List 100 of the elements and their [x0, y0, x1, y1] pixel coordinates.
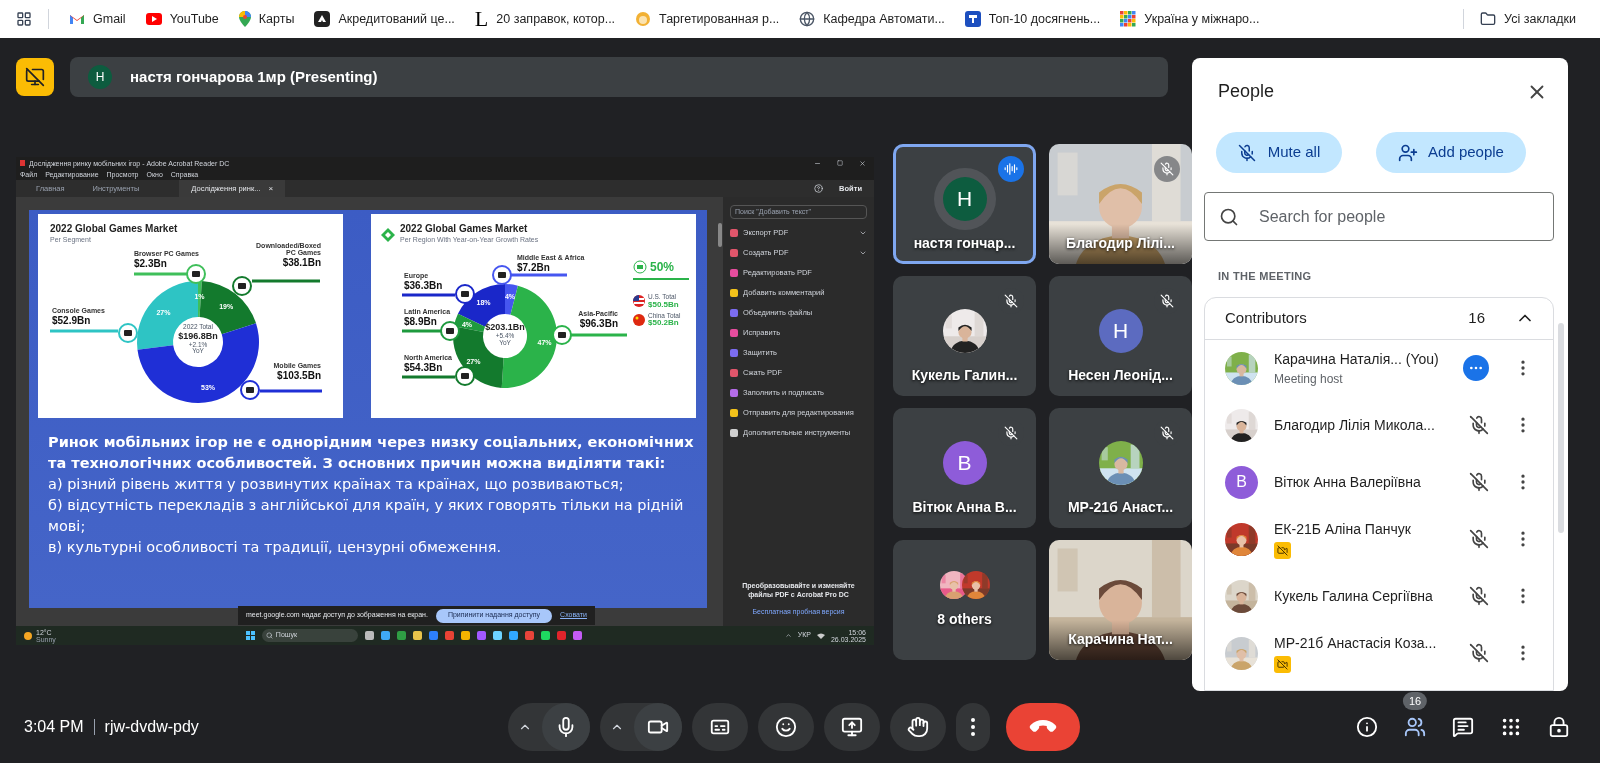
region-total-value: $50.5Bn [648, 300, 679, 309]
camera-button[interactable] [634, 703, 682, 751]
participant-tile[interactable]: Н настя гончар... [893, 144, 1036, 264]
scrollbar-thumb[interactable] [718, 223, 722, 247]
participant-tile[interactable]: Кукель Галин... [893, 276, 1036, 396]
group-count: 16 [1468, 307, 1485, 328]
app-icon [20, 160, 25, 166]
bookmark-link[interactable]: Карты [230, 5, 303, 33]
add-person-icon [1398, 142, 1419, 163]
category-value: $52.9Bn [52, 316, 91, 326]
add-people-button[interactable]: Add people [1376, 132, 1526, 173]
site-icon: L [474, 8, 489, 30]
participant-name: Вітюк Анна В... [912, 498, 1017, 517]
mail-icon [69, 13, 85, 25]
apps-icon[interactable] [16, 11, 32, 27]
participant-tile[interactable]: Н Несен Леонід... [1049, 276, 1192, 396]
count-badge: 16 [1402, 692, 1428, 710]
bookmark-link[interactable]: Gmail [61, 5, 134, 33]
group-header[interactable]: Contributors 16 [1205, 297, 1553, 340]
bookmark-link[interactable]: Кафедра Автомати... [791, 5, 953, 33]
activity-icon [1463, 355, 1489, 381]
participant-tile[interactable]: 8 others [893, 540, 1036, 660]
participant-row[interactable]: Благодир Лілія Микола... [1205, 396, 1553, 454]
category-icon [455, 366, 475, 386]
participant-name: Благодир Лілія Микола... [1274, 415, 1436, 435]
network-icon[interactable] [816, 632, 825, 639]
muted-icon [1469, 586, 1489, 606]
bookmark-link[interactable]: Таргетированная р... [627, 5, 788, 33]
start-icon[interactable] [245, 631, 255, 640]
microphone-button[interactable] [542, 703, 590, 751]
camera-off-icon [1274, 656, 1291, 673]
all-bookmarks-link[interactable]: Усі закладки [1480, 9, 1576, 29]
participant-tile[interactable]: В Вітюк Анна В... [893, 408, 1036, 528]
participant-name: Кукель Галин... [911, 366, 1018, 385]
leader-line [134, 272, 188, 276]
leader-line [50, 329, 118, 333]
muted-icon [1469, 472, 1489, 492]
participant-role: Meeting host [1274, 370, 1344, 388]
speaking-icon [998, 156, 1024, 182]
participant-name: Несен Леонід... [1068, 366, 1173, 385]
presenter-title: настя гончарова 1мр (Presenting) [130, 66, 378, 87]
search-icon [265, 632, 273, 639]
participant-row[interactable]: МР-21б Анастасія Коза... [1205, 624, 1553, 682]
bookmark-link[interactable]: Акредитований це... [306, 5, 463, 33]
tab-close-icon[interactable]: × [268, 182, 274, 195]
mute-all-button[interactable]: Mute all [1216, 132, 1342, 173]
scrollbar-thumb[interactable] [1558, 323, 1564, 533]
bookmark-link[interactable]: YouTube [137, 5, 227, 33]
search-field[interactable]: Search for people [1204, 192, 1554, 241]
bookmark-link[interactable]: Україна у міжнаро... [1112, 5, 1268, 33]
close-icon[interactable] [859, 159, 866, 167]
play-icon [145, 13, 162, 25]
category-icon [118, 323, 138, 343]
chevron-icon [859, 249, 867, 257]
category-value: $96.3Bn [579, 319, 618, 329]
participant-row[interactable]: Кукель Галина Сергіївна [1205, 567, 1553, 625]
bookmark-link[interactable]: L 20 заправок, котор... [466, 4, 624, 34]
leader-line [402, 293, 455, 297]
category-icon [552, 325, 572, 345]
leave-call-button[interactable] [1006, 703, 1080, 751]
captions-button[interactable] [692, 703, 748, 751]
logo-icon [964, 11, 981, 27]
more-options-button[interactable] [956, 703, 990, 751]
present-button[interactable] [824, 703, 880, 751]
smile-icon [775, 716, 797, 738]
participant-tile[interactable]: МР-21б Анаст... [1049, 408, 1192, 528]
participant-name: МР-21б Анаст... [1067, 498, 1174, 517]
group-label: Contributors [1225, 307, 1308, 328]
maximize-icon[interactable] [837, 160, 843, 166]
raise-hand-button[interactable] [890, 703, 946, 751]
category-icon [492, 265, 512, 285]
category-icon [232, 276, 252, 296]
mic-off-icon [1237, 143, 1256, 162]
logo-icon [314, 11, 331, 27]
hand-icon [907, 716, 929, 738]
grid-logo-icon [1120, 11, 1137, 27]
globe-icon [799, 11, 816, 27]
participant-row[interactable]: ЕК-21Б Аліна Панчук [1205, 510, 1553, 568]
muted-icon [1469, 415, 1489, 435]
category-value: $2.3Bn [134, 259, 167, 269]
presenting-icon[interactable] [16, 58, 54, 96]
participant-row[interactable]: В Вітюк Анна Валеріївна [1205, 453, 1553, 511]
bookmark-link[interactable]: Топ-10 досягнень... [956, 5, 1109, 33]
leader-line [571, 333, 627, 337]
slide-point: б) відсутність перекладів з англійської для країн, у яких говорять тільки на рідній мові; [48, 496, 685, 536]
total-value: $203.1Bn [485, 323, 525, 332]
category-icon [240, 380, 260, 400]
participant-tile[interactable]: Карачина Нат... [1049, 540, 1192, 660]
avatar: Н [88, 65, 112, 89]
leader-line [260, 389, 322, 393]
section-heading: IN THE MEETING [1218, 269, 1313, 284]
leader-line [511, 273, 567, 277]
help-icon[interactable] [814, 184, 824, 193]
participant-name: настя гончар... [913, 234, 1016, 253]
reactions-button[interactable] [758, 703, 814, 751]
category-value: $36.3Bn [404, 281, 443, 291]
participant-row[interactable]: Карачина Наталія... (You) Meeting host [1205, 339, 1553, 397]
camera-off-icon [1274, 542, 1291, 559]
tray-chevron-icon[interactable] [784, 632, 792, 639]
participant-name: 8 others [937, 610, 992, 629]
